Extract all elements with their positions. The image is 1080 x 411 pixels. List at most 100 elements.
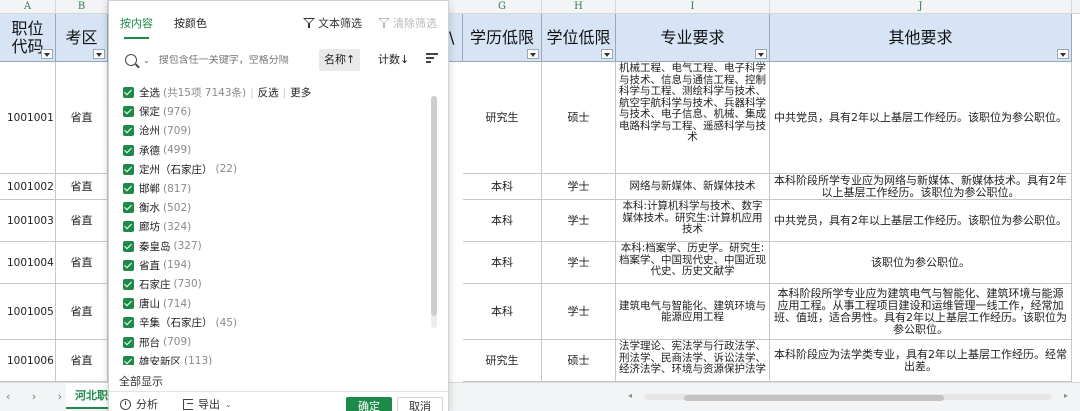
list-item[interactable]: 廊坊 (324) [123,217,433,236]
filter-dropdown-button[interactable] [1057,49,1069,59]
chevron-down-icon[interactable]: ⌄ [143,56,150,65]
cell-degree[interactable]: 学士 [542,174,616,200]
cancel-button[interactable]: 取消 [397,397,443,411]
cell-other[interactable]: 本科阶段应为法学类专业，具有2年以上基层工作经历。经常出差。 [770,340,1072,382]
column-letter-i[interactable]: I [616,0,770,14]
cell-other[interactable]: 中共党员，具有2年以上基层工作经历。该职位为参公职位。 [770,62,1072,174]
checkbox-checked-icon[interactable] [123,317,134,329]
checkbox-checked-icon[interactable] [123,336,134,348]
tab-by-content[interactable]: 按内容 [120,15,153,39]
tab-by-color[interactable]: 按颜色 [174,15,207,31]
list-item[interactable]: 省直 (194) [123,256,433,275]
cell-district[interactable]: 省直 [56,174,108,200]
filter-dropdown-button[interactable] [93,49,105,59]
checkbox-checked-icon[interactable] [123,125,134,137]
cell-other[interactable]: 该职位为参公职位。 [770,242,1072,284]
checkbox-checked-icon[interactable] [123,163,134,175]
sort-by-name-button[interactable]: 名称↑ [319,49,361,71]
show-all-link[interactable]: 全部显示 [119,373,163,389]
cell-district[interactable]: 省直 [56,242,108,284]
cell-district[interactable]: 省直 [56,62,108,174]
cell-education[interactable]: 本科 [463,242,542,284]
checkbox-checked-icon[interactable] [123,240,134,252]
cell-major[interactable]: 建筑电气与智能化、建筑环境与能源应用工程 [616,284,770,340]
cell-other[interactable]: 本科阶段所学专业应为网络与新媒体、新媒体技术。具有2年以上基层工作经历。该职位为… [770,174,1072,200]
text-filter-button[interactable]: 文本筛选 [303,15,362,31]
scroll-left-icon[interactable]: ◂ [628,391,632,400]
cell-code[interactable]: 1001001 [0,62,56,174]
invert-selection-link[interactable]: 反选 [258,85,279,100]
list-item[interactable]: 定州（石家庄） (22) [123,160,433,179]
list-item[interactable]: 衡水 (502) [123,198,433,217]
cell-education[interactable]: 研究生 [463,340,542,382]
more-link[interactable]: 更多 [290,85,311,100]
sheet-tab[interactable]: 河北职 [66,383,110,409]
checkbox-checked-icon[interactable] [123,355,134,365]
list-item[interactable]: 邢台 (709) [123,332,433,351]
checkbox-checked-icon[interactable] [123,106,134,118]
cell-degree[interactable]: 学士 [542,284,616,340]
cell-district[interactable]: 省直 [56,284,108,340]
analyze-button[interactable]: 分析 [120,396,158,411]
checkbox-checked-icon[interactable] [123,259,134,271]
column-letter-b[interactable]: B [56,0,108,14]
cell-code[interactable]: 1001005 [0,284,56,340]
cell-degree[interactable]: 硕士 [542,62,616,174]
ok-button[interactable]: 确定 [346,397,392,411]
list-scrollbar[interactable] [431,96,437,328]
checkbox-checked-icon[interactable] [123,202,134,214]
cell-district[interactable]: 省直 [56,200,108,242]
cell-degree[interactable]: 学士 [542,242,616,284]
list-item[interactable]: 石家庄 (730) [123,275,433,294]
cell-degree[interactable]: 硕士 [542,340,616,382]
horizontal-scrollbar[interactable]: ◂ ▸ [628,391,1068,401]
cell-other[interactable]: 中共党员，具有2年以上基层工作经历。该职位为参公职位。 [770,200,1072,242]
scroll-track[interactable] [644,394,1052,401]
list-item[interactable]: 承德 (499) [123,141,433,160]
clear-filter-button[interactable]: 清除筛选 [378,15,437,31]
filter-dropdown-button[interactable] [601,49,613,59]
checkbox-checked-icon[interactable] [123,278,134,290]
checkbox-checked-icon[interactable] [123,183,134,195]
list-item[interactable]: 雄安新区 (113) [123,352,433,365]
cell-district[interactable]: 省直 [56,340,108,382]
column-letter-h[interactable]: H [542,0,616,14]
cell-code[interactable]: 1001003 [0,200,56,242]
cell-major[interactable]: 网络与新媒体、新媒体技术 [616,174,770,200]
column-letter-j[interactable]: J [770,0,1072,14]
cell-major[interactable]: 法学理论、宪法学与行政法学、刑法学、民商法学、诉讼法学、经济法学、环境与资源保护… [616,340,770,382]
checkbox-checked-icon[interactable] [123,298,134,310]
sort-by-count-button[interactable]: 计数↓ [373,49,414,71]
filter-dropdown-button[interactable] [755,49,767,59]
cell-major[interactable]: 机械工程、电气工程、电子科学与技术、信息与通信工程、控制科学与工程、测绘科学与技… [616,62,770,174]
list-item[interactable]: 唐山 (714) [123,294,433,313]
scroll-right-icon[interactable]: ▸ [1064,391,1068,400]
cell-education[interactable]: 研究生 [463,62,542,174]
checkbox-checked-icon[interactable] [123,221,134,233]
checkbox-checked-icon[interactable] [123,144,134,156]
list-item-select-all[interactable]: 全选 (共15项 7143条) | 反选 | 更多 [123,83,433,102]
filter-dropdown-button[interactable] [41,49,53,59]
cell-major[interactable]: 本科:计算机科学与技术、数字媒体技术。研究生:计算机应用技术 [616,200,770,242]
list-item[interactable]: 沧州 (709) [123,121,433,140]
cell-degree[interactable]: 学士 [542,200,616,242]
column-letter-a[interactable]: A [0,0,56,14]
cell-code[interactable]: 1001006 [0,340,56,382]
scroll-thumb[interactable] [684,395,944,401]
filter-dropdown-button[interactable] [527,49,539,59]
cell-education[interactable]: 本科 [463,284,542,340]
column-letter-g[interactable]: G [463,0,542,14]
cell-code[interactable]: 1001004 [0,242,56,284]
search-input[interactable] [158,54,309,66]
checkbox-checked-icon[interactable] [123,87,134,99]
cell-education[interactable]: 本科 [463,200,542,242]
list-item[interactable]: 邯郸 (817) [123,179,433,198]
search-box[interactable]: ⌄ [119,47,317,73]
list-item[interactable]: 秦皇岛 (327) [123,237,433,256]
filter-options-icon[interactable] [426,53,438,65]
list-scroll-thumb[interactable] [431,96,437,316]
cell-major[interactable]: 本科:档案学、历史学。研究生:档案学、中国现代史、中国近现代史、历史文献学 [616,242,770,284]
cell-code[interactable]: 1001002 [0,174,56,200]
export-button[interactable]: 导出 ⌄ [183,396,232,411]
list-item[interactable]: 保定 (976) [123,102,433,121]
